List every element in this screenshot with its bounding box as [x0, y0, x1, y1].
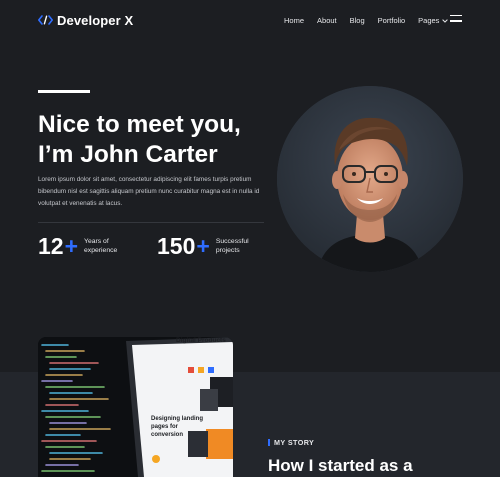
- screen-title: Digital Products: [176, 337, 226, 344]
- code-brackets-icon: [38, 15, 53, 25]
- nav-portfolio[interactable]: Portfolio: [378, 16, 406, 25]
- story-tag-label: MY STORY: [274, 438, 315, 447]
- stat-years-value: 12: [38, 233, 64, 259]
- story-title: How I started as a: [268, 456, 413, 475]
- code-and-design-illustration: [38, 337, 233, 477]
- brand-logo[interactable]: Developer X: [38, 12, 133, 28]
- story-tag: MY STORY: [268, 438, 314, 447]
- stat-years-plus: +: [64, 233, 79, 259]
- stat-years: 12 + Years of experience: [38, 233, 136, 259]
- laptop-showcase-image: Digital Products Designing landing pages…: [38, 337, 233, 477]
- nav-about[interactable]: About: [317, 16, 337, 25]
- nav-home[interactable]: Home: [284, 16, 304, 25]
- brand-name: Developer X: [57, 12, 134, 28]
- main-nav: Home About Blog Portfolio Pages: [284, 14, 449, 27]
- stat-projects-value: 150: [157, 233, 196, 259]
- nav-blog[interactable]: Blog: [350, 16, 365, 25]
- menu-icon[interactable]: [450, 15, 462, 24]
- stat-projects-label: Successful projects: [215, 238, 249, 254]
- headline-accent-line: [38, 90, 90, 93]
- nav-pages-dropdown[interactable]: Pages: [418, 16, 449, 25]
- portrait-illustration: [277, 86, 463, 272]
- headline-line-2: I’m John Carter: [38, 141, 218, 168]
- stat-projects-plus: +: [196, 233, 210, 259]
- hero-bio: Lorem ipsum dolor sit amet, consectetur …: [38, 176, 260, 207]
- screen-card-text: Designing landing pages for conversion: [151, 416, 203, 438]
- stats-divider: [38, 222, 264, 223]
- headline-line-1: Nice to meet you,: [38, 111, 241, 138]
- stat-projects: 150 + Successful projects: [157, 233, 268, 259]
- chevron-down-icon: [442, 18, 449, 23]
- stat-years-label: Years of experience: [84, 238, 118, 254]
- page-title: Nice to meet you, I’m John Carter: [38, 110, 278, 170]
- profile-photo: [277, 86, 463, 272]
- nav-pages-label: Pages: [418, 16, 440, 25]
- story-tag-marker: [268, 439, 270, 446]
